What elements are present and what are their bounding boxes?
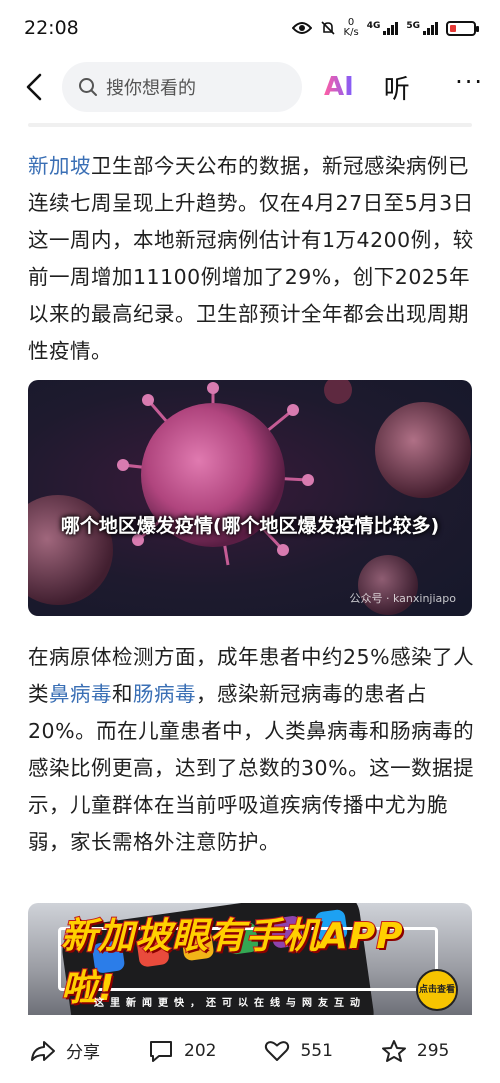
comment-icon: [150, 1040, 172, 1062]
article-paragraph-2: 在病原体检测方面，成年患者中约25%感染了人类鼻病毒和肠病毒，感染新冠病毒的患者…: [28, 639, 476, 861]
search-input[interactable]: 搜你想看的: [62, 62, 302, 112]
status-time: 22:08: [24, 17, 79, 39]
status-bar: 22:08 0 K/s 4G 5G: [0, 0, 500, 56]
heart-icon: [265, 1040, 290, 1061]
virus-illustration: [28, 380, 471, 615]
like-count: 551: [300, 1040, 333, 1061]
article-image-app-promo[interactable]: 新加坡眼有手机APP啦! 这里新闻更快，还可以在线与网友互动 点击查看: [28, 903, 472, 1015]
status-icons: 0 K/s 4G 5G: [291, 18, 479, 38]
share-label: 分享: [66, 1043, 100, 1063]
search-icon: [79, 78, 97, 96]
link-singapore[interactable]: 新加坡: [28, 154, 91, 178]
link-rhinovirus[interactable]: 鼻病毒: [49, 682, 112, 706]
network-speed: 0 K/s: [344, 18, 359, 38]
signal-4g-label: 4G: [366, 21, 381, 31]
bottom-action-bar: 分享 202 551 295: [0, 1018, 500, 1083]
top-nav: 搜你想看的 AI 听 ···: [0, 58, 500, 116]
share-icon: [31, 1040, 55, 1061]
favorite-count: 295: [416, 1040, 450, 1061]
image-2-badge: 点击查看: [416, 969, 458, 1011]
like-button[interactable]: 551: [264, 1039, 333, 1063]
comment-count: 202: [184, 1040, 217, 1061]
image-2-subtitle: 这里新闻更快，还可以在线与网友互动: [94, 998, 366, 1009]
battery-icon: [446, 20, 479, 36]
paragraph-1-text: 卫生部今天公布的数据，新冠感染病例已连续七周呈现上升趋势。仅在4月27日至5月3…: [28, 154, 474, 363]
favorite-button[interactable]: 295: [381, 1039, 449, 1063]
eye-icon: [291, 21, 312, 35]
back-button[interactable]: [16, 67, 52, 107]
paragraph-2-text-b: 和: [112, 682, 133, 706]
more-options-button[interactable]: ···: [455, 68, 484, 106]
signal-5g-icon: 5G: [406, 21, 438, 35]
network-speed-unit: K/s: [343, 27, 359, 38]
signal-5g-label: 5G: [406, 21, 420, 31]
ai-button[interactable]: AI: [324, 72, 354, 102]
mute-bell-icon: [320, 20, 336, 36]
article-image-virus[interactable]: 哪个地区爆发疫情(哪个地区爆发疫情比较多) 公众号 · kanxinjiapo: [28, 380, 472, 616]
image-1-watermark: 公众号 · kanxinjiapo: [349, 592, 456, 605]
back-arrow-icon: [26, 73, 42, 101]
paragraph-2-text-c: ，感染新冠病毒的患者占20%。而在儿童患者中，人类鼻病毒和肠病毒的感染比例更高，…: [28, 682, 475, 854]
article-paragraph-1: 新加坡卫生部今天公布的数据，新冠感染病例已连续七周呈现上升趋势。仅在4月27日至…: [28, 148, 476, 370]
search-placeholder: 搜你想看的: [106, 78, 196, 99]
nav-divider: [28, 123, 472, 127]
link-enterovirus[interactable]: 肠病毒: [133, 682, 196, 706]
star-icon: [381, 1039, 406, 1062]
share-button[interactable]: 分享: [30, 1038, 100, 1063]
listen-button[interactable]: 听: [384, 69, 410, 106]
image-1-caption: 哪个地区爆发疫情(哪个地区爆发疫情比较多): [60, 515, 440, 537]
comment-button[interactable]: 202: [148, 1039, 216, 1063]
image-2-banner: 新加坡眼有手机APP啦!: [58, 915, 438, 1010]
signal-4g-icon: 4G: [367, 21, 399, 35]
